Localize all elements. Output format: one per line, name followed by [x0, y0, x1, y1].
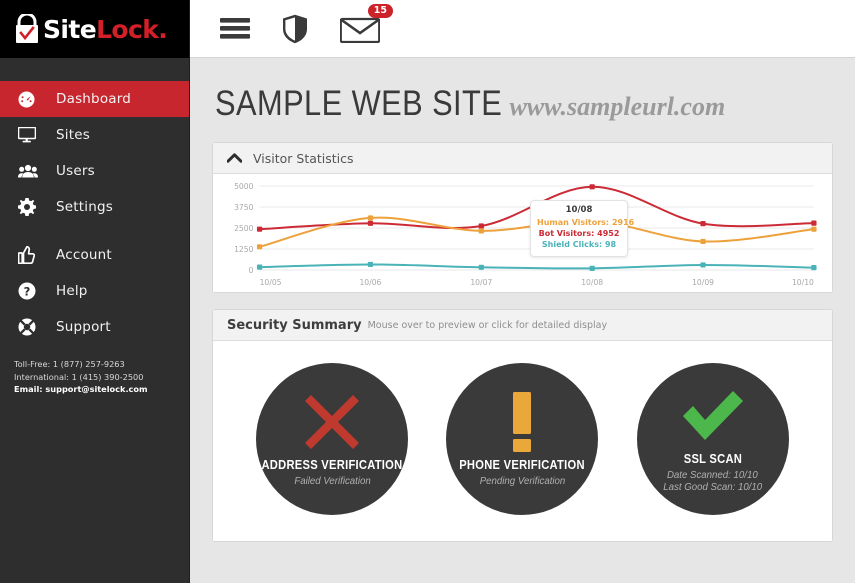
brand-name-lock: Lock	[96, 14, 159, 44]
sidebar-item-users[interactable]: Users	[0, 153, 189, 189]
contact-international: International: 1 (415) 390-2500	[14, 371, 144, 382]
svg-text:1250: 1250	[234, 245, 254, 254]
security-cards: ADDRESS VERIFICATION Failed Verification…	[213, 341, 832, 541]
tooltip-human-label: Human Visitors:	[537, 218, 610, 227]
sidebar: SiteLock. Dashboard Sites Users Settings…	[0, 0, 190, 583]
svg-text:10/05: 10/05	[260, 278, 282, 287]
card-title: PHONE VERIFICATION	[459, 457, 586, 472]
sidebar-item-sites[interactable]: Sites	[0, 117, 189, 153]
visitor-statistics-header[interactable]: Visitor Statistics	[213, 143, 832, 174]
contact-email[interactable]: Email: support@sitelock.com	[14, 383, 148, 396]
dashboard-page: SiteLock. Dashboard Sites Users Settings…	[0, 0, 855, 583]
card-title: ADDRESS VERIFICATION	[261, 457, 403, 472]
tooltip-human-visitors: Human Visitors: 2916	[537, 218, 634, 227]
visitor-line-chart: 0125025003750500010/05 10/06 10/07 10/08 10/…	[234, 182, 817, 287]
visitor-statistics-body: 0 1250 2500 3750 5000 10/05 10/06 10/07 10/08 10/…	[213, 174, 832, 292]
sidebar-item-label: Users	[56, 163, 95, 179]
brand-name-dot: .	[158, 14, 168, 44]
tooltip-bot-visitors: Bot Visitors: 4952	[537, 229, 621, 238]
sidebar-item-account[interactable]: Account	[0, 237, 189, 273]
envelope-icon[interactable]: 15	[340, 3, 393, 43]
svg-text:0: 0	[249, 266, 254, 275]
security-summary-panel: Security Summary Mouse over to preview o…	[212, 309, 833, 542]
sidebar-item-label: Help	[56, 283, 88, 299]
top-bar: 15	[190, 0, 855, 58]
contact-tollfree: Toll-Free: 1 (877) 257-9263	[14, 359, 125, 369]
security-summary-body: ADDRESS VERIFICATION Failed Verification…	[213, 341, 832, 541]
x-mark-icon	[303, 391, 361, 453]
sidebar-item-label: Settings	[56, 199, 113, 215]
monitor-icon	[18, 127, 44, 143]
security-summary-header: Security Summary Mouse over to preview o…	[213, 310, 832, 341]
svg-text:10/10: 10/10	[792, 278, 814, 287]
chart-tooltip: 10/08 Human Visitors: 2916 Bot Visitors:…	[530, 200, 634, 257]
svg-text:10/09: 10/09	[692, 278, 714, 287]
question-circle-icon: ?	[18, 282, 44, 300]
tooltip-shield-value: 98	[604, 240, 617, 249]
security-summary-hint: Mouse over to preview or click for detai…	[367, 319, 608, 331]
tooltip-shield-clicks: Shield Clicks: 98	[537, 240, 621, 249]
chevron-up-icon[interactable]	[227, 153, 242, 163]
tooltip-shield-label: Shield Clicks:	[541, 240, 603, 249]
sidebar-item-help[interactable]: ? Help	[0, 273, 189, 309]
sidebar-item-label: Dashboard	[56, 91, 132, 107]
tooltip-human-value: 2916	[611, 218, 635, 227]
exclamation-mark-icon	[510, 391, 534, 453]
visitor-statistics-panel: Visitor Statistics 0 1250 2500 3750 5000 10/0…	[212, 142, 833, 293]
gear-icon	[18, 198, 44, 216]
sidebar-item-dashboard[interactable]: Dashboard	[0, 81, 189, 117]
svg-text:10/06: 10/06	[359, 278, 381, 287]
lock-check-icon	[16, 14, 38, 43]
tooltip-bot-label: Bot Visitors:	[538, 229, 595, 238]
sidebar-item-label: Sites	[56, 127, 90, 143]
main-area: 15 SAMPLE WEB SITE www.sampleurl.com Vis…	[190, 0, 855, 583]
security-card-address-verification[interactable]: ADDRESS VERIFICATION Failed Verification	[256, 363, 409, 515]
site-name: SAMPLE WEB SITE	[215, 84, 503, 123]
svg-text:5000: 5000	[234, 182, 254, 191]
sidebar-item-support[interactable]: Support	[0, 309, 189, 345]
site-url: www.sampleurl.com	[509, 92, 726, 121]
dashboard-gauge-icon	[18, 91, 44, 108]
card-subtitle: Failed Verification	[293, 475, 371, 487]
tooltip-date: 10/08	[565, 205, 593, 215]
sidebar-item-settings[interactable]: Settings	[0, 189, 189, 225]
svg-text:10/07: 10/07	[470, 278, 492, 287]
svg-text:2500: 2500	[234, 224, 254, 233]
security-card-ssl-scan[interactable]: SSL SCAN Date Scanned: 10/10 Last Good S…	[636, 363, 789, 515]
visitor-statistics-title: Visitor Statistics	[253, 150, 354, 166]
lifebuoy-icon	[18, 318, 44, 336]
visitor-chart[interactable]: 0 1250 2500 3750 5000 10/05 10/06 10/07 10/08 10/…	[213, 174, 832, 292]
sidebar-contact-info: Toll-Free: 1 (877) 257-9263 Internationa…	[14, 358, 148, 396]
svg-text:10/08: 10/08	[581, 278, 603, 287]
card-subtitle: Pending Verification	[479, 475, 566, 487]
card-subtitle-2: Last Good Scan: 10/10	[663, 481, 763, 493]
sidebar-item-label: Account	[56, 247, 112, 263]
page-title: SAMPLE WEB SITE www.sampleurl.com	[212, 58, 833, 142]
shield-icon[interactable]	[282, 14, 308, 44]
svg-text:?: ?	[24, 284, 31, 298]
users-icon	[18, 164, 44, 178]
card-title: SSL SCAN	[683, 451, 743, 466]
content-area: SAMPLE WEB SITE www.sampleurl.com Visito…	[190, 58, 855, 542]
brand-name-site: Site	[43, 14, 97, 44]
hamburger-menu-icon[interactable]	[220, 17, 250, 40]
tooltip-bot-value: 4952	[597, 229, 620, 238]
security-card-phone-verification[interactable]: PHONE VERIFICATION Pending Verification	[446, 363, 599, 515]
thumbs-up-icon	[18, 246, 44, 264]
sidebar-nav: Dashboard Sites Users Settings Account ?…	[0, 81, 189, 345]
brand-logo[interactable]: SiteLock.	[0, 0, 189, 58]
svg-text:3750: 3750	[234, 203, 254, 212]
sidebar-item-label: Support	[56, 319, 111, 335]
check-mark-icon	[681, 385, 745, 447]
security-summary-title: Security Summary	[227, 317, 362, 333]
mail-unread-badge: 15	[367, 3, 393, 18]
card-subtitle: Date Scanned: 10/10	[667, 469, 759, 481]
